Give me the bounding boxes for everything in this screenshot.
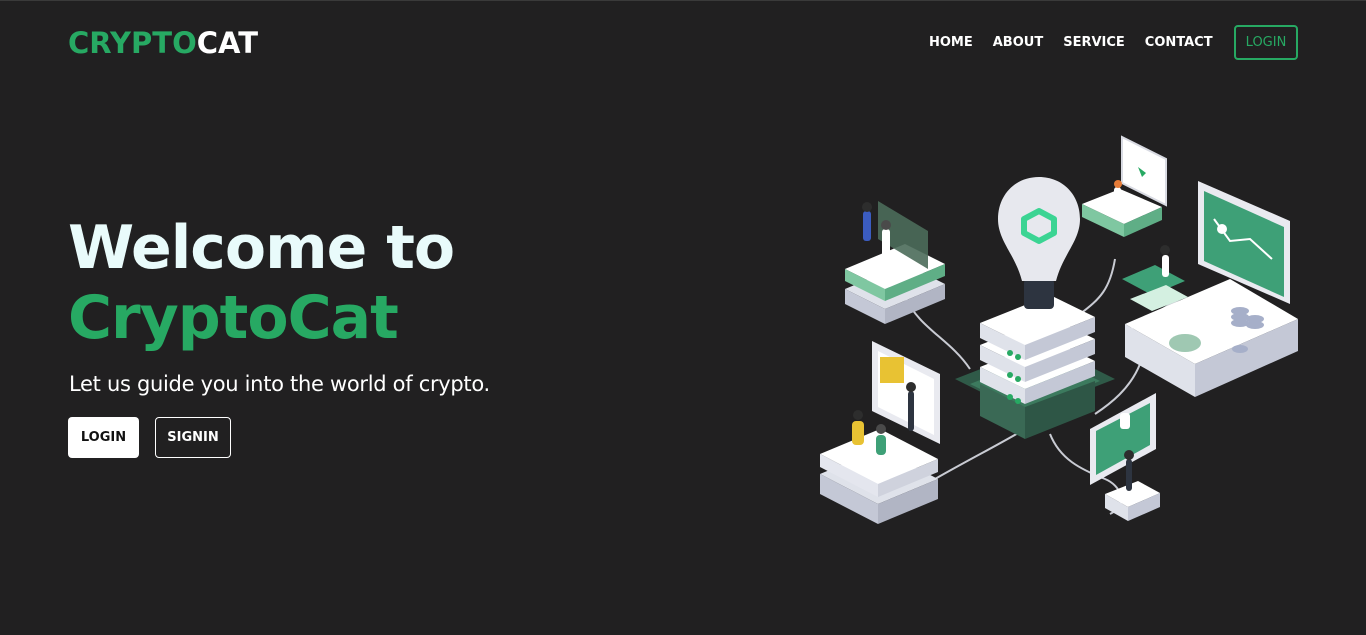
hero-login-button[interactable]: LOGIN — [68, 417, 139, 458]
platform-screen-bottom-right — [1090, 393, 1160, 521]
brand-logo[interactable]: CRYPTOCAT — [68, 25, 258, 61]
nav-links: HOME ABOUT SERVICE CONTACT — [929, 34, 1213, 52]
brand-part-crypto: CRYPTO — [68, 26, 197, 60]
page: CRYPTOCAT HOME ABOUT SERVICE CONTACT LOG… — [0, 0, 1366, 635]
nav-link-contact[interactable]: CONTACT — [1145, 34, 1213, 52]
nav-login-button[interactable]: LOGIN — [1234, 25, 1298, 60]
server-stack — [955, 295, 1115, 439]
hero-subtitle: Let us guide you into the world of crypt… — [69, 372, 490, 396]
nav-link-service[interactable]: SERVICE — [1063, 34, 1125, 52]
navbar: CRYPTOCAT HOME ABOUT SERVICE CONTACT LOG… — [0, 1, 1366, 85]
brand-part-cat: CAT — [196, 26, 258, 60]
platform-board-top-left — [845, 201, 945, 324]
crypto-network-illustration — [820, 135, 1298, 524]
platform-presentation-left — [820, 341, 940, 524]
hero-signin-button[interactable]: SIGNIN — [155, 417, 231, 458]
nav-link-home[interactable]: HOME — [929, 34, 973, 52]
hero-title: Welcome to CryptoCat — [68, 213, 455, 353]
hero-title-line2: CryptoCat — [68, 283, 399, 353]
platform-chart-top — [1082, 135, 1167, 237]
nav-link-about[interactable]: ABOUT — [993, 34, 1043, 52]
lightbulb-icon — [998, 177, 1080, 309]
hero-title-line1: Welcome to — [68, 213, 455, 283]
